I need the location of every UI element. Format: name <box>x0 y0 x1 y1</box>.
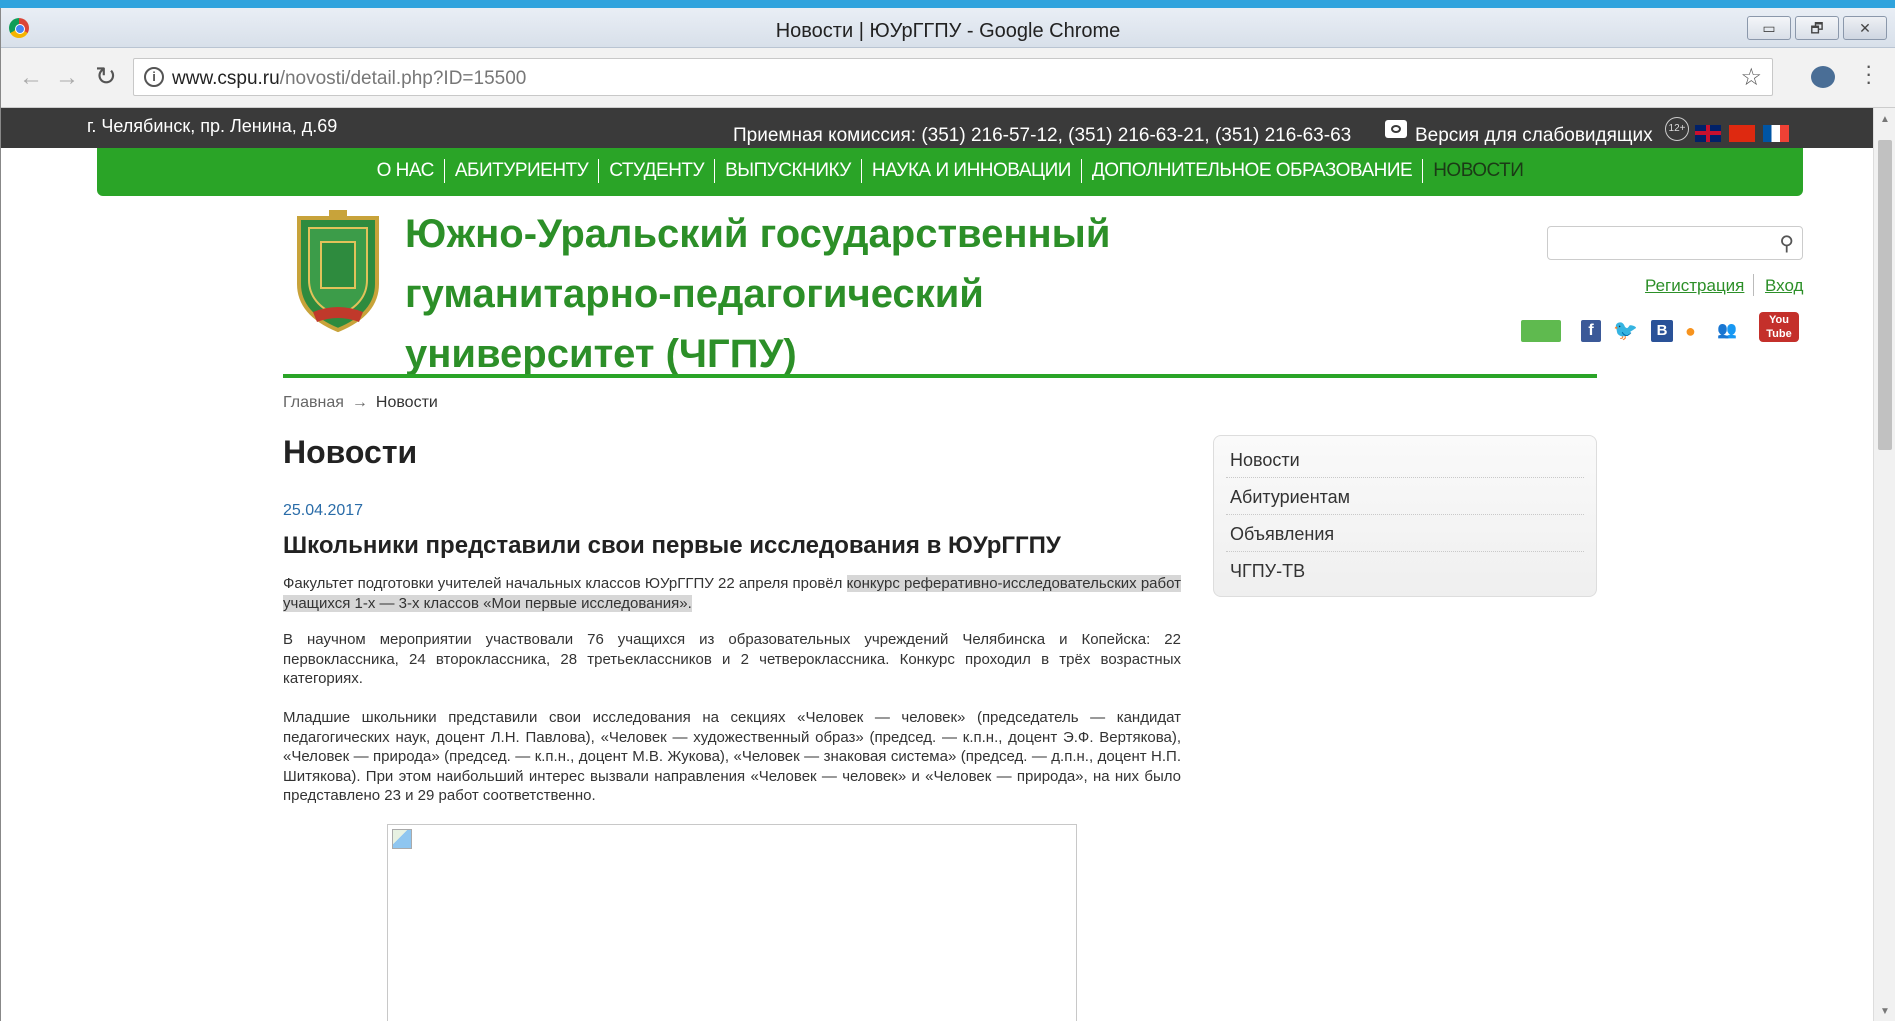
info-icon[interactable]: i <box>144 67 164 87</box>
vk-icon[interactable]: В <box>1651 320 1673 342</box>
menu-icon[interactable]: · · · <box>1865 55 1872 93</box>
news-paragraph-2: В научном мероприятии участвовали 76 уча… <box>283 631 1181 687</box>
uk-flag-icon[interactable] <box>1695 125 1721 142</box>
youtube-icon[interactable]: You Tube <box>1759 312 1799 342</box>
browser-window: Новости | ЮУрГГПУ - Google Chrome ▭ 🗗 ✕ … <box>0 8 1895 1021</box>
age-rating-badge: 12+ <box>1665 117 1689 141</box>
nav-item-applicant[interactable]: АБИТУРИЕНТУ <box>445 159 600 183</box>
address-bar[interactable]: i www.cspu.ru/novosti/detail.php?ID=1550… <box>133 58 1773 96</box>
login-link[interactable]: Вход <box>1765 276 1803 296</box>
sitemap-icon[interactable] <box>1521 320 1561 342</box>
main-nav: О НАС АБИТУРИЕНТУ СТУДЕНТУ ВЫПУСКНИКУ НА… <box>97 148 1803 196</box>
register-link[interactable]: Регистрация <box>1645 276 1744 296</box>
nav-item-news[interactable]: НОВОСТИ <box>1423 159 1533 183</box>
people-icon[interactable]: 👥 <box>1717 320 1743 342</box>
news-headline: Школьники представили свои первые исслед… <box>283 532 1061 559</box>
site-topbar: г. Челябинск, пр. Ленина, д.69 Приемная … <box>1 108 1873 148</box>
browser-toolbar: ← → ↻ i www.cspu.ru/novosti/detail.php?I… <box>1 48 1895 108</box>
breadcrumb-current: Новости <box>375 394 438 411</box>
facebook-icon[interactable]: f <box>1581 320 1601 342</box>
nav-item-extra-education[interactable]: ДОПОЛНИТЕЛЬНОЕ ОБРАЗОВАНИЕ <box>1082 159 1424 183</box>
news-paragraph-1: Факультет подготовки учителей начальных … <box>283 575 1181 612</box>
weak-vision-link[interactable]: Версия для слабовидящих <box>1415 125 1653 147</box>
window-controls: ▭ 🗗 ✕ <box>1747 16 1887 40</box>
university-emblem-icon[interactable] <box>293 210 383 336</box>
page-title: Новости <box>283 434 418 470</box>
title-bar: Новости | ЮУрГГПУ - Google Chrome ▭ 🗗 ✕ <box>1 8 1895 48</box>
scroll-up-icon[interactable]: ▲ <box>1880 114 1890 125</box>
background-strip <box>0 0 1895 8</box>
breadcrumb-arrow-icon: → <box>351 394 368 411</box>
back-icon[interactable]: ← <box>19 64 43 92</box>
breadcrumb-home-link[interactable]: Главная <box>283 394 344 411</box>
nav-item-science[interactable]: НАУКА И ИННОВАЦИИ <box>862 159 1082 183</box>
breadcrumb: Главная → Новости <box>283 394 438 412</box>
url-text[interactable]: www.cspu.ru/novosti/detail.php?ID=15500 <box>172 68 526 90</box>
news-paragraph-3: Младшие школьники представили свои иссле… <box>283 709 1181 804</box>
scroll-down-icon[interactable]: ▼ <box>1880 1006 1890 1017</box>
scrollbar-thumb[interactable] <box>1878 140 1892 450</box>
screen: Новости | ЮУрГГПУ - Google Chrome ▭ 🗗 ✕ … <box>0 0 1895 1021</box>
auth-divider <box>1753 274 1754 296</box>
vertical-scrollbar[interactable]: ▲ ▼ <box>1873 108 1895 1021</box>
news-image-placeholder <box>387 824 1077 1021</box>
side-menu: Новости Абитуриентам Объявления ЧГПУ-ТВ <box>1213 435 1597 597</box>
forward-icon[interactable]: → <box>55 64 79 92</box>
france-flag-icon[interactable] <box>1763 125 1789 142</box>
site-search-input[interactable]: ⚲ <box>1547 226 1803 260</box>
window-title: Новости | ЮУрГГПУ - Google Chrome <box>775 20 1121 42</box>
broken-image-icon <box>392 829 412 849</box>
side-menu-item-news[interactable]: Новости <box>1226 441 1584 478</box>
china-flag-icon[interactable] <box>1729 125 1755 142</box>
close-button[interactable]: ✕ <box>1843 16 1887 40</box>
nav-item-student[interactable]: СТУДЕНТУ <box>599 159 716 183</box>
site-address: г. Челябинск, пр. Ленина, д.69 <box>87 116 338 136</box>
side-menu-item-announcements[interactable]: Объявления <box>1226 515 1584 552</box>
page-viewport: г. Челябинск, пр. Ленина, д.69 Приемная … <box>1 108 1873 1021</box>
search-icon[interactable]: ⚲ <box>1779 231 1794 256</box>
header-divider <box>283 374 1597 378</box>
admission-phones: Приемная комиссия: (351) 216-57-12, (351… <box>733 125 1352 146</box>
side-menu-item-tv[interactable]: ЧГПУ-ТВ <box>1226 552 1584 589</box>
reload-icon[interactable]: ↻ <box>95 61 117 92</box>
twitter-icon[interactable]: 🐦 <box>1613 320 1638 342</box>
eye-icon[interactable] <box>1385 120 1407 138</box>
star-icon[interactable]: ☆ <box>1740 63 1762 92</box>
nav-item-graduate[interactable]: ВЫПУСКНИКУ <box>715 159 862 183</box>
nav-item-about[interactable]: О НАС <box>367 159 445 183</box>
odnoklassniki-icon[interactable]: ● <box>1685 320 1707 342</box>
extension-icon[interactable] <box>1811 66 1835 88</box>
restore-button[interactable]: 🗗 <box>1795 16 1839 40</box>
university-title: Южно-Уральский государственный гуманитар… <box>405 212 1111 376</box>
news-date: 25.04.2017 <box>283 502 364 519</box>
side-menu-item-applicants[interactable]: Абитуриентам <box>1226 478 1584 515</box>
minimize-button[interactable]: ▭ <box>1747 16 1791 40</box>
